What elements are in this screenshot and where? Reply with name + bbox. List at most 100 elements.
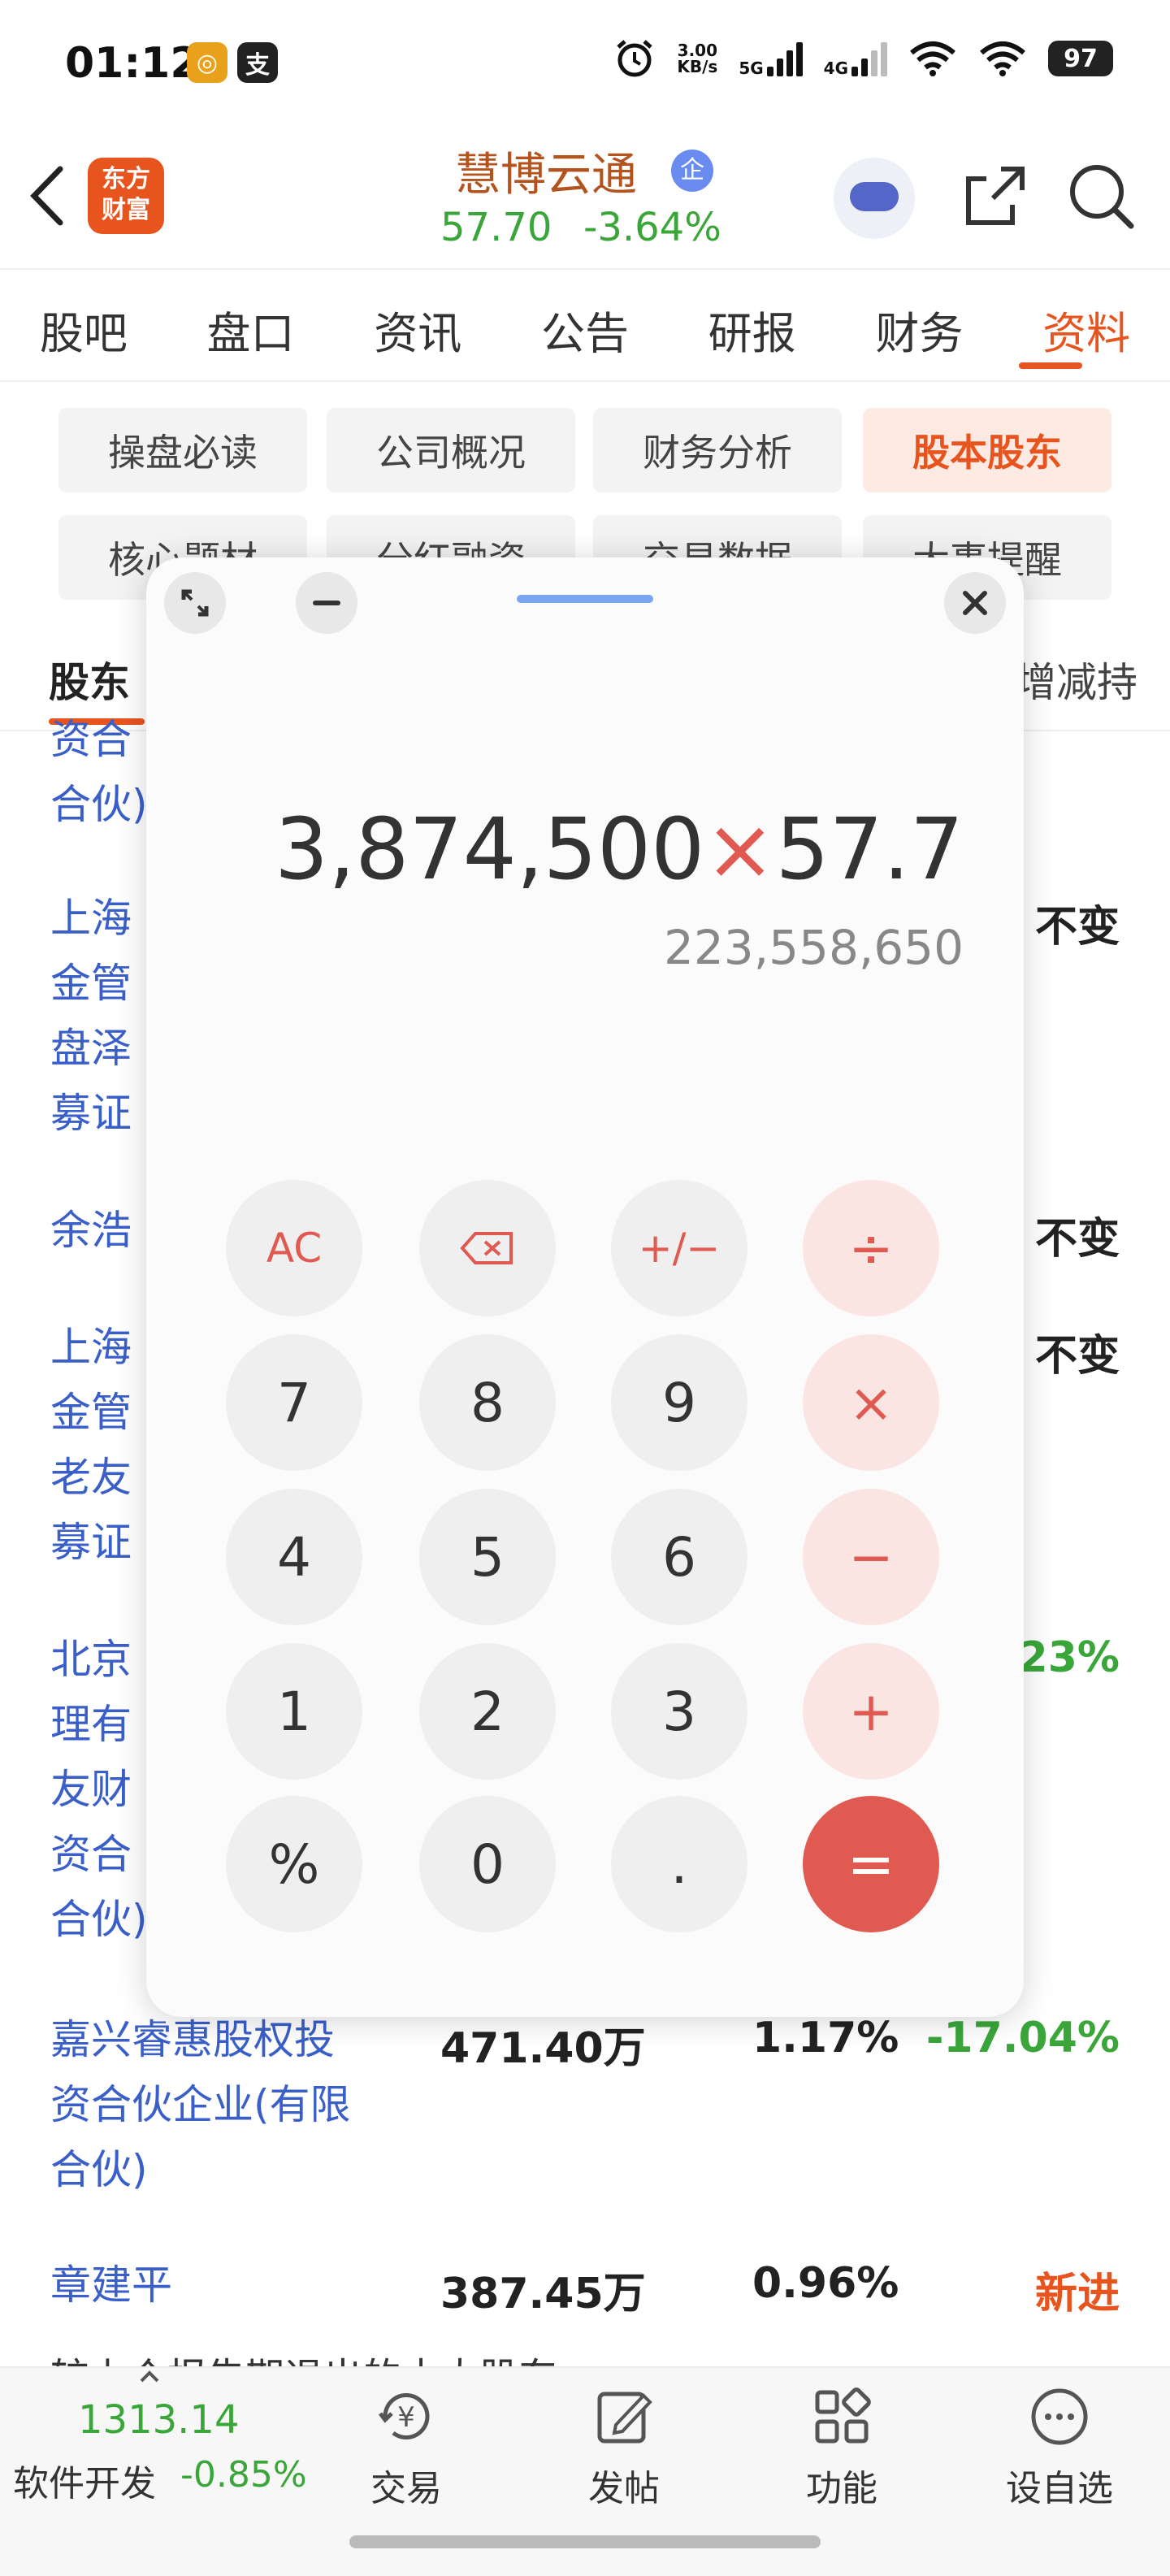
key-equals[interactable]: = xyxy=(803,1796,939,1932)
eastmoney-logo: 东方 财富 xyxy=(88,158,164,234)
shares-held: 471.40万 xyxy=(440,2024,646,2073)
tab-finance[interactable]: 财务 xyxy=(875,289,963,367)
list-item[interactable]: 章建平 xyxy=(50,2253,172,2318)
key-multiply[interactable]: × xyxy=(803,1334,939,1471)
list-item[interactable]: 余浩 xyxy=(50,1198,132,1263)
exited-shareholders-heading: 较上个报告期退出的十大股东 xyxy=(50,2345,557,2366)
key-percent[interactable]: % xyxy=(226,1796,362,1932)
key-subtract[interactable]: − xyxy=(803,1489,939,1625)
holding-change: 23% xyxy=(1018,1633,1120,1682)
alipay-notification-icon: 支 xyxy=(237,42,278,83)
key-6[interactable]: 6 xyxy=(611,1489,748,1625)
key-9[interactable]: 9 xyxy=(611,1334,748,1471)
sim1-signal: 5G xyxy=(739,41,803,76)
calculator-expression: 3,874,500×57.7 xyxy=(275,800,964,899)
tab-news[interactable]: 资讯 xyxy=(374,289,462,367)
tab-profile[interactable]: 资料 xyxy=(1042,289,1130,367)
holding-change: -17.04% xyxy=(925,2014,1120,2062)
holding-change: 不变 xyxy=(1034,903,1120,952)
alarm-icon xyxy=(617,40,653,77)
enterprise-badge: 企 xyxy=(671,150,713,192)
key-clear[interactable]: AC xyxy=(226,1180,362,1316)
sim2-signal: 4G xyxy=(824,41,887,76)
list-item[interactable]: 上海 金管 盘泽 募证 xyxy=(50,886,132,1146)
minus-icon xyxy=(313,601,340,605)
subtab-holdings-change[interactable]: 增减持 xyxy=(1016,650,1138,709)
wifi-icon xyxy=(910,41,956,76)
nav-functions[interactable]: 功能 xyxy=(760,2373,923,2511)
yuan-refresh-icon: ¥ xyxy=(379,2393,430,2439)
key-divide[interactable]: ÷ xyxy=(803,1180,939,1316)
close-icon xyxy=(963,591,987,615)
subtab-shareholders[interactable]: 股东 xyxy=(49,650,130,709)
stock-name[interactable]: 慧博云通 xyxy=(455,138,637,204)
home-indicator[interactable] xyxy=(349,2535,821,2548)
edit-icon xyxy=(597,2392,652,2444)
key-4[interactable]: 4 xyxy=(226,1489,362,1625)
tab-pankou[interactable]: 盘口 xyxy=(207,289,295,367)
robot-icon xyxy=(850,182,899,211)
chip-trading-essentials[interactable]: 操盘必读 xyxy=(58,408,307,492)
back-arrow-icon[interactable] xyxy=(24,159,73,232)
key-8[interactable]: 8 xyxy=(419,1334,556,1471)
chip-company-overview[interactable]: 公司概况 xyxy=(327,408,575,492)
status-bar: 01:12 ◎ 支 3.00 KB/s 5G 4G 97 xyxy=(0,0,1170,130)
chip-shareholders[interactable]: 股本股东 xyxy=(863,408,1112,492)
status-time: 01:12 xyxy=(65,39,200,88)
share-icon[interactable] xyxy=(959,159,1032,232)
tab-announcements[interactable]: 公告 xyxy=(541,289,629,367)
key-0[interactable]: 0 xyxy=(419,1796,556,1932)
nav-trade[interactable]: ¥ 交易 xyxy=(325,2373,488,2511)
drag-handle[interactable] xyxy=(517,595,653,603)
shares-held: 387.45万 xyxy=(440,2270,646,2318)
active-tab-indicator xyxy=(1019,362,1082,369)
expand-icon xyxy=(181,589,209,617)
tabs-divider xyxy=(0,380,1170,382)
close-button[interactable] xyxy=(944,572,1006,634)
index-value[interactable]: 1313.14 xyxy=(78,2397,240,2443)
net-speed: 3.00 KB/s xyxy=(677,41,718,76)
battery-indicator: 97 xyxy=(1048,41,1113,76)
stock-change: -3.64% xyxy=(583,205,722,250)
nav-add-watchlist[interactable]: 设自选 xyxy=(978,2373,1141,2511)
wifi-icon-2 xyxy=(980,41,1025,76)
key-1[interactable]: 1 xyxy=(226,1643,362,1780)
chip-financial-analysis[interactable]: 财务分析 xyxy=(593,408,842,492)
backspace-icon xyxy=(460,1232,513,1264)
key-3[interactable]: 3 xyxy=(611,1643,748,1780)
chevron-up-icon[interactable] xyxy=(138,2370,161,2383)
holding-change: 新进 xyxy=(1034,2270,1120,2318)
status-right-group: 3.00 KB/s 5G 4G 97 xyxy=(613,37,1113,80)
key-decimal[interactable]: . xyxy=(611,1796,748,1932)
main-tabs: 股吧 盘口 资讯 公告 研报 财务 资料 xyxy=(0,289,1170,367)
svg-text:¥: ¥ xyxy=(397,2401,415,2434)
nav-post[interactable]: 发帖 xyxy=(543,2373,705,2511)
stock-price: 57.70 xyxy=(440,205,552,250)
index-change: -0.85% xyxy=(180,2454,307,2496)
key-5[interactable]: 5 xyxy=(419,1489,556,1625)
floating-calculator[interactable]: 3,874,500×57.7 223,558,650 AC +/− ÷ 7 8 … xyxy=(146,557,1024,2017)
key-backspace[interactable] xyxy=(419,1180,556,1316)
tab-guba[interactable]: 股吧 xyxy=(40,289,128,367)
tab-research[interactable]: 研报 xyxy=(708,289,796,367)
key-7[interactable]: 7 xyxy=(226,1334,362,1471)
app-notification-icon: ◎ xyxy=(187,42,228,83)
index-name[interactable]: 软件开发 xyxy=(13,2454,156,2506)
key-sign[interactable]: +/− xyxy=(611,1180,748,1316)
list-item[interactable]: 北京 理有 友财 资合 合伙) xyxy=(50,1627,148,1952)
search-icon[interactable] xyxy=(1064,159,1138,232)
holding-change: 不变 xyxy=(1034,1215,1120,1264)
share-ratio: 0.96% xyxy=(752,2259,899,2308)
share-ratio: 1.17% xyxy=(752,2014,899,2062)
more-dots-icon xyxy=(1031,2388,1088,2445)
list-item[interactable]: 上海 金管 老友 募证 xyxy=(50,1315,132,1575)
expand-button[interactable] xyxy=(164,572,226,634)
list-item[interactable]: 嘉兴睿惠股权投 资合伙企业(有限 合伙) xyxy=(50,2007,351,2202)
grid-icon xyxy=(815,2387,871,2444)
key-2[interactable]: 2 xyxy=(419,1643,556,1780)
holding-change: 不变 xyxy=(1034,1332,1120,1381)
list-item-partial-top[interactable]: 资合 合伙) xyxy=(50,707,148,837)
header-divider xyxy=(0,268,1170,270)
key-add[interactable]: + xyxy=(803,1643,939,1780)
minimize-button[interactable] xyxy=(296,572,358,634)
